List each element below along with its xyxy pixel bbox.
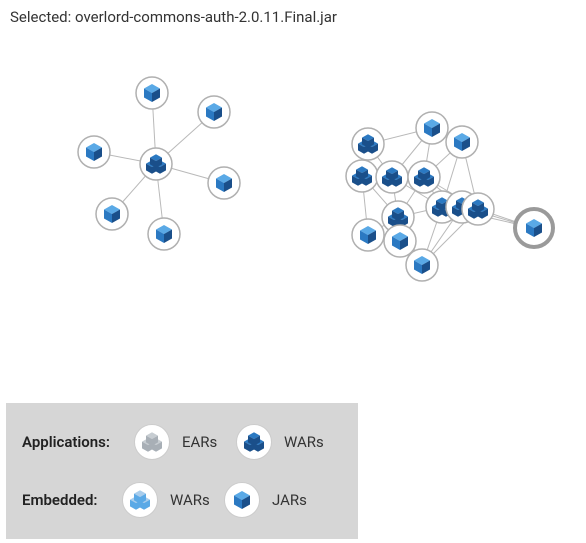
legend-embedded-label: Embedded: bbox=[22, 491, 110, 509]
legend-panel: Applications: EARs WARs Embedded: WARs J… bbox=[6, 403, 358, 539]
legend-emb-wars-text: WARs bbox=[170, 491, 212, 509]
graph-node-war-app[interactable] bbox=[462, 193, 494, 225]
graph-node-jar[interactable] bbox=[352, 219, 384, 251]
graph-node-jar-selected[interactable] bbox=[515, 209, 553, 247]
legend-app-wars-text: WARs bbox=[284, 433, 326, 451]
graph-node-jar[interactable] bbox=[406, 249, 438, 281]
graph-node-war-app[interactable] bbox=[408, 161, 440, 193]
graph-node-jar[interactable] bbox=[148, 218, 180, 250]
selected-label: Selected: bbox=[10, 8, 71, 26]
war-app-icon bbox=[236, 424, 272, 460]
graph-node-jar[interactable] bbox=[136, 77, 168, 109]
graph-node-jar[interactable] bbox=[78, 136, 110, 168]
legend-row-applications: Applications: EARs WARs bbox=[22, 417, 342, 467]
graph-node-jar[interactable] bbox=[416, 112, 448, 144]
selected-file: Selected: overlord-commons-auth-2.0.11.F… bbox=[0, 0, 586, 26]
graph-node-jar[interactable] bbox=[198, 96, 230, 128]
graph-node-war-app[interactable] bbox=[376, 161, 408, 193]
legend-row-embedded: Embedded: WARs JARs bbox=[22, 475, 342, 525]
graph-node-jar[interactable] bbox=[446, 126, 478, 158]
legend-ears-text: EARs bbox=[182, 433, 224, 451]
graph-node-war-app[interactable] bbox=[140, 148, 172, 180]
legend-applications-label: Applications: bbox=[22, 433, 122, 451]
war-emb-icon bbox=[122, 482, 158, 518]
ear-icon bbox=[134, 424, 170, 460]
graph-node-war-app[interactable] bbox=[346, 160, 378, 192]
graph-node-jar[interactable] bbox=[208, 167, 240, 199]
jar-icon bbox=[224, 482, 260, 518]
graph-node-war-app[interactable] bbox=[352, 128, 384, 160]
graph-node-jar[interactable] bbox=[96, 198, 128, 230]
dependency-graph[interactable] bbox=[0, 26, 586, 426]
legend-jars-text: JARs bbox=[272, 491, 314, 509]
selected-value: overlord-commons-auth-2.0.11.Final.jar bbox=[75, 8, 337, 26]
